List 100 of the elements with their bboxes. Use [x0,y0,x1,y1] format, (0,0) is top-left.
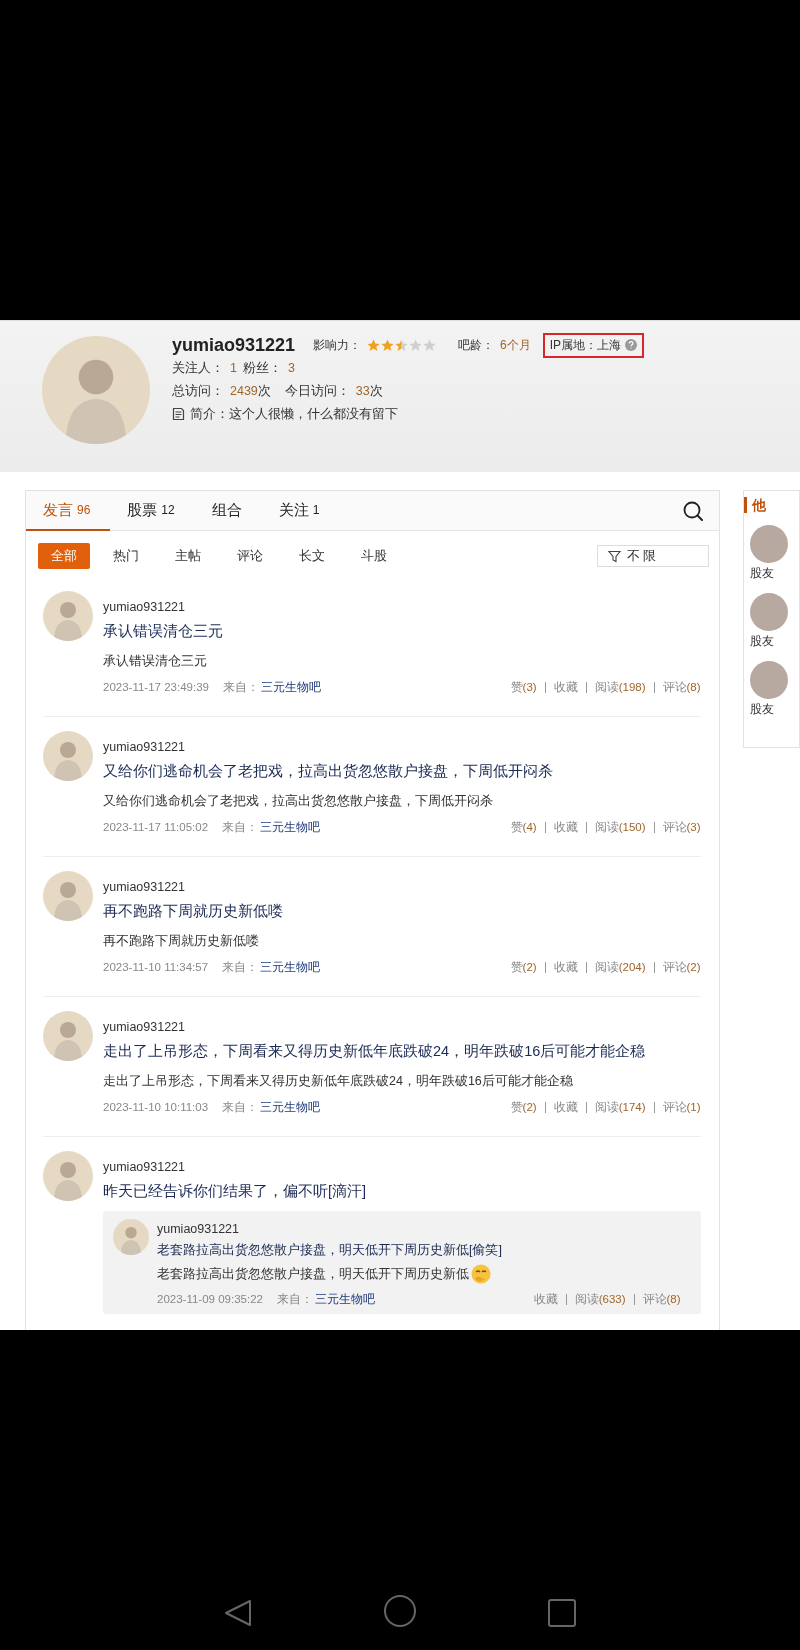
post-author[interactable]: yumiao931221 [103,1159,701,1175]
action-link[interactable]: 赞(2) [502,961,545,973]
action-link[interactable]: 阅读(633) [565,1293,634,1305]
post-body: 承认错误清仓三元 [103,653,207,670]
post-title[interactable]: 走出了上吊形态，下周看来又得历史新低年底跌破24，明年跌破16后可能才能企稳 [103,1041,701,1061]
home-icon[interactable] [383,1594,417,1628]
avatar[interactable] [113,1219,149,1255]
action-link[interactable]: 阅读(174) [585,1101,654,1113]
source-label: 来自： [222,679,259,695]
filter-chip[interactable]: 主帖 [162,543,214,569]
filter-chip[interactable]: 热门 [100,543,152,569]
help-icon [625,339,638,351]
source-link[interactable]: 三元生物吧 [314,1291,375,1307]
action-link[interactable]: 阅读(204) [585,961,654,973]
photo-placeholder[interactable] [749,661,788,699]
post-body: 走出了上吊形态，下周看来又得历史新低年底跌破24，明年跌破16后可能才能企稳 [103,1073,573,1090]
funnel-icon [607,549,621,563]
post-time: 2023-11-09 09:35:22 [157,1293,263,1305]
filter-chip[interactable]: 全部 [38,543,90,569]
range-filter-dropdown[interactable]: 不 限 [596,545,709,567]
filter-chip[interactable]: 斗股 [348,543,400,569]
search-icon[interactable] [682,500,703,521]
avatar[interactable] [43,871,93,921]
friend-label[interactable]: 股友 [749,566,799,581]
post-body: 再不跑路下周就历史新低喽 [103,933,259,950]
source-link[interactable]: 三元生物吧 [260,679,321,695]
filter-chip[interactable]: 评论 [224,543,276,569]
avatar[interactable] [43,731,93,781]
document-icon [172,407,185,421]
post-time: 2023-11-17 23:49:39 [103,681,209,693]
post-body: 老套路拉高出货忽悠散户接盘，明天低开下周历史新低 [157,1266,469,1283]
ip-location-text: IP属地：上海 [549,336,622,354]
action-link[interactable]: 阅读(150) [585,821,654,833]
action-link[interactable]: 赞(2) [502,1101,545,1113]
action-link[interactable]: 阅读(198) [585,681,654,693]
source-link[interactable]: 三元生物吧 [260,959,321,975]
action-link[interactable]: 评论(2) [653,961,701,973]
source-link[interactable]: 三元生物吧 [260,1099,321,1115]
visit-count: 2439次 [230,382,271,400]
post-time: 2023-11-10 10:11:03 [103,1101,209,1113]
post-body: 又给你们逃命机会了老把戏，拉高出货忽悠散户接盘，下周低开闷杀 [103,793,493,810]
tab[interactable]: 发言 96 [26,491,111,531]
post-title[interactable]: 又给你们逃命机会了老把戏，拉高出货忽悠散户接盘，下周低开闷杀 [103,761,701,781]
photo-placeholder[interactable] [749,525,788,563]
star-icon [423,338,437,352]
avatar[interactable] [43,1151,93,1201]
post-author[interactable]: yumiao931221 [157,1221,681,1237]
visit-count: 33次 [355,382,383,400]
friend-label[interactable]: 股友 [749,702,799,717]
action-link[interactable]: 赞(3) [502,681,545,693]
tab[interactable]: 组合 [194,491,262,531]
side-panel-title: 他 [743,497,766,513]
tab[interactable]: 关注 1 [261,491,340,531]
star-icon [381,338,395,352]
bar-age-label: 吧龄： [458,336,495,354]
visit-label: 今日访问： [284,382,350,400]
source-label: 来自： [276,1291,313,1307]
post-title[interactable]: 再不跑路下周就历史新低喽 [103,901,701,921]
action-link[interactable]: 收藏 [544,681,586,693]
action-link[interactable]: 评论(8) [653,681,701,693]
stat-value: 1 [230,361,237,375]
visit-label: 总访问： [172,382,224,400]
action-link[interactable]: 收藏 [544,961,586,973]
star-icon [367,338,381,352]
username: yumiao931221 [172,334,296,356]
post-author[interactable]: yumiao931221 [103,599,701,615]
back-icon[interactable] [223,1598,253,1628]
avatar[interactable] [43,591,93,641]
stat-value: 3 [287,361,295,375]
post-title[interactable]: 承认错误清仓三元 [103,621,701,641]
source-label: 来自： [222,1099,259,1115]
photo-placeholder[interactable] [749,593,788,631]
post-author[interactable]: yumiao931221 [103,1019,701,1035]
post-title[interactable]: 昨天已经告诉你们结果了，偏不听[滴汗] [103,1181,701,1201]
action-link[interactable]: 评论(3) [653,821,701,833]
star-icon [409,338,423,352]
source-label: 来自： [222,959,259,975]
recent-apps-icon[interactable] [547,1598,577,1628]
source-link[interactable]: 三元生物吧 [260,819,321,835]
stat-label: 粉丝： [242,359,282,377]
bar-age-value: 6个月 [500,336,531,354]
action-link[interactable]: 收藏 [544,821,586,833]
action-link[interactable]: 评论(8) [633,1293,681,1305]
post-time: 2023-11-17 11:05:02 [103,821,209,833]
tab[interactable]: 股票 12 [110,491,195,531]
stat-label: 关注人： [172,359,224,377]
friend-label[interactable]: 股友 [749,634,799,649]
action-link[interactable]: 赞(4) [502,821,545,833]
filter-chip[interactable]: 长文 [286,543,338,569]
action-link[interactable]: 收藏 [544,1101,586,1113]
post-time: 2023-11-10 11:34:57 [103,961,209,973]
source-label: 来自： [222,819,259,835]
influence-label: 影响力： [313,336,362,354]
avatar[interactable] [43,1011,93,1061]
intro-text: 简介：这个人很懒，什么都没有留下 [190,405,398,423]
post-title[interactable]: 老套路拉高出货忽悠散户接盘，明天低开下周历史新低[偷笑] [157,1240,681,1260]
action-link[interactable]: 评论(1) [653,1101,701,1113]
post-author[interactable]: yumiao931221 [103,739,701,755]
star-icon [395,338,409,352]
post-author[interactable]: yumiao931221 [103,879,701,895]
